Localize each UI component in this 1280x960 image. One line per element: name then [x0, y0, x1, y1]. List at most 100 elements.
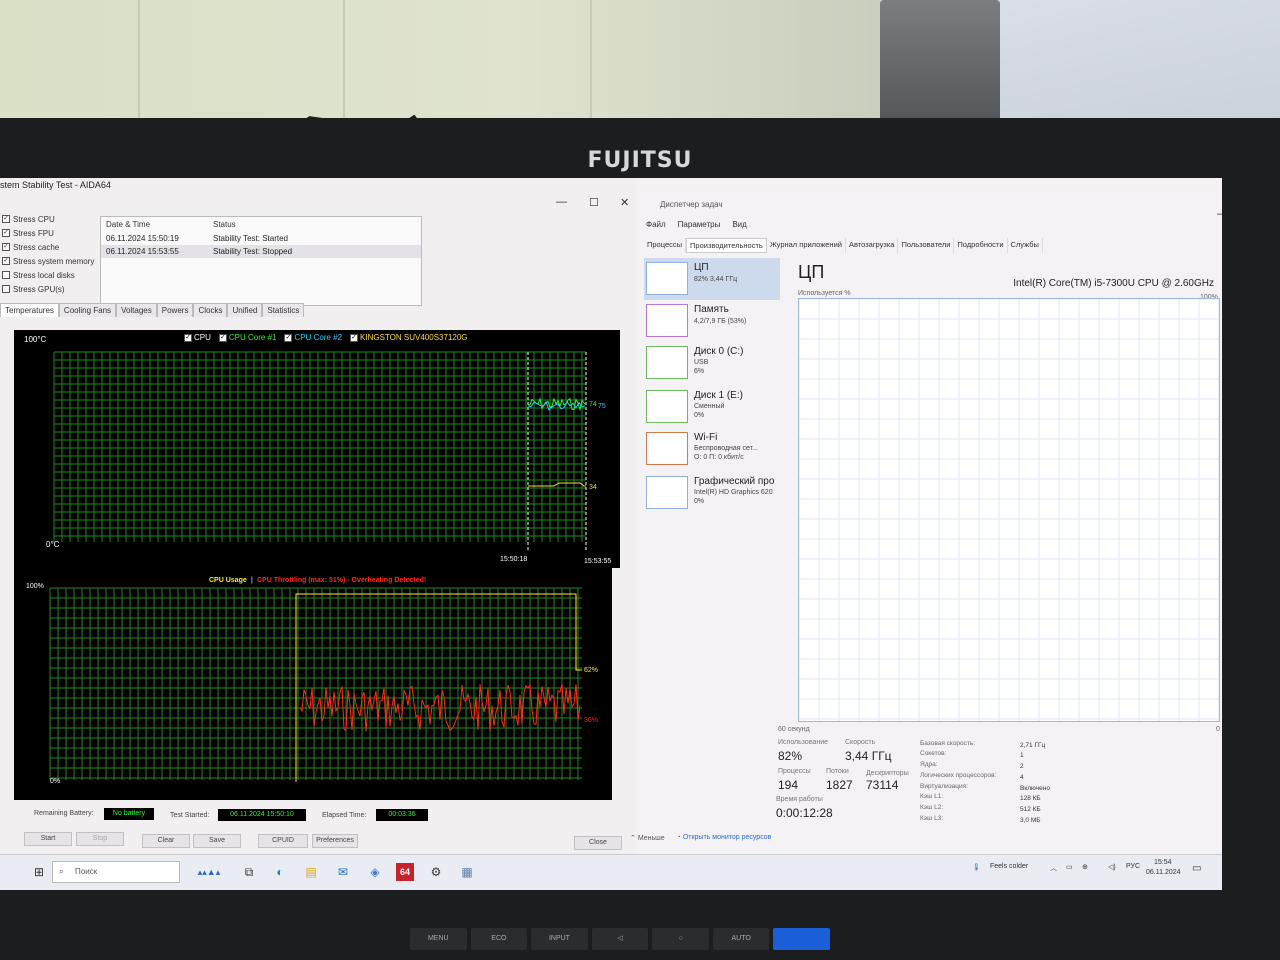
- widgets-icon[interactable]: ▴▴▲▴: [186, 863, 232, 881]
- weather-text[interactable]: Feels colder: [990, 863, 1028, 870]
- side-gpu[interactable]: Графический про Intel(R) HD Graphics 620…: [644, 472, 780, 514]
- side-memory[interactable]: Память 4,2/7,9 ГБ (53%): [644, 300, 780, 342]
- notification-icon[interactable]: ▭: [1192, 863, 1201, 874]
- option-stress-fpu[interactable]: ✓ Stress FPU: [2, 226, 100, 240]
- fewer-details-link[interactable]: ⌃ Меньше: [630, 834, 665, 842]
- checkbox[interactable]: ✓: [350, 333, 359, 342]
- network-icon[interactable]: ⊕: [1082, 863, 1088, 871]
- tab-services[interactable]: Службы: [1008, 238, 1043, 253]
- menu-hw-button[interactable]: MENU: [410, 928, 467, 950]
- legend-item[interactable]: ✓ CPU Core #2: [284, 333, 342, 342]
- edge-icon[interactable]: ◐: [271, 863, 289, 881]
- weather-icon[interactable]: 🌡: [972, 863, 981, 871]
- option-stress-cache[interactable]: ✓ Stress cache: [2, 240, 100, 254]
- preferences-button[interactable]: Preferences: [312, 834, 358, 848]
- disk-temp-series: [528, 482, 586, 487]
- option-stress-disks[interactable]: Stress local disks: [2, 268, 100, 282]
- maximize-icon[interactable]: ☐: [589, 196, 599, 209]
- checkbox[interactable]: [2, 271, 10, 279]
- explorer-icon[interactable]: ▤: [302, 863, 320, 881]
- task-view-icon[interactable]: ⧉: [240, 863, 258, 881]
- checkbox[interactable]: ✓: [284, 333, 293, 342]
- search-box[interactable]: ⌕ Поиск: [52, 861, 180, 883]
- clock-time[interactable]: 15:54: [1154, 859, 1172, 866]
- checkbox[interactable]: ✓: [2, 215, 10, 223]
- cpuid-button[interactable]: CPUID: [258, 834, 308, 848]
- side-wifi[interactable]: Wi-Fi Беспроводная сет... О: 0 П: 0 кбит…: [644, 428, 780, 470]
- task-manager-icon[interactable]: ▦: [458, 863, 476, 881]
- tab-processes[interactable]: Процессы: [644, 238, 687, 253]
- store-icon[interactable]: ◈: [366, 863, 384, 881]
- tab-app-history[interactable]: Журнал приложений: [767, 238, 846, 253]
- tab-voltages[interactable]: Voltages: [116, 303, 157, 317]
- checkbox[interactable]: ✓: [2, 257, 10, 265]
- side-disk1[interactable]: Диск 1 (E:) Сменный 0%: [644, 386, 780, 428]
- aida-window: stem Stability Test - AIDA64 — ☐ ✕ ✓ Stre…: [0, 178, 636, 858]
- temperature-grid: 100°C 0°C 15:50:18 15:53:55 74 75 34: [24, 335, 611, 565]
- stop-button[interactable]: Stop: [76, 832, 124, 846]
- tab-startup[interactable]: Автозагрузка: [846, 238, 899, 253]
- checkbox[interactable]: ✓: [2, 243, 10, 251]
- option-stress-cpu[interactable]: ✓ Stress CPU: [2, 212, 100, 226]
- eco-hw-button[interactable]: ECO: [470, 928, 528, 950]
- option-stress-memory[interactable]: ✓ Stress system memory: [2, 254, 100, 268]
- tab-performance[interactable]: Производительность: [686, 238, 767, 253]
- table-row[interactable]: 06.11.2024 15:53:55 Stability Test: Stopp…: [101, 245, 421, 258]
- checkbox[interactable]: [2, 285, 10, 293]
- detail-value: 1: [1020, 752, 1024, 759]
- resource-monitor-link[interactable]: ◔ Открыть монитор ресурсов: [677, 834, 772, 842]
- legend-item[interactable]: ✓ CPU: [184, 333, 211, 342]
- save-button[interactable]: Save: [193, 834, 241, 848]
- volume-icon[interactable]: ◁): [1108, 863, 1116, 871]
- checkbox[interactable]: ✓: [184, 333, 192, 342]
- menu-view[interactable]: Вид: [732, 220, 746, 229]
- window-title: Диспетчер задач: [660, 200, 723, 209]
- tab-statistics[interactable]: Statistics: [262, 303, 305, 317]
- menu-bar: Файл Параметры Вид: [646, 220, 747, 229]
- tab-cooling-fans[interactable]: Cooling Fans: [58, 303, 117, 317]
- start-button[interactable]: Start: [24, 832, 72, 846]
- table-row[interactable]: 06.11.2024 15:50:19 Stability Test: Start…: [101, 232, 421, 245]
- language-indicator[interactable]: РУС: [1126, 863, 1140, 870]
- windows-start-icon[interactable]: ⊞: [30, 863, 48, 881]
- legend-item[interactable]: ✓ KINGSTON SUV400S37120G: [350, 333, 468, 342]
- memory-thumbnail: [646, 304, 688, 337]
- menu-file[interactable]: Файл: [646, 220, 666, 229]
- aida64-icon[interactable]: 64: [396, 863, 414, 881]
- side-disk0[interactable]: Диск 0 (C:) USB 6%: [644, 342, 780, 384]
- tab-temperatures[interactable]: Temperatures: [0, 303, 59, 317]
- threads-value: 1827: [826, 778, 853, 792]
- power-button[interactable]: [773, 928, 831, 950]
- usage-value: 82%: [778, 749, 803, 763]
- tab-powers[interactable]: Powers: [156, 303, 194, 317]
- menu-options[interactable]: Параметры: [678, 220, 721, 229]
- legend-item[interactable]: ✓ CPU Core #1: [218, 333, 276, 342]
- detail-key: Базовая скорость:: [920, 740, 976, 747]
- checkbox[interactable]: ✓: [218, 333, 227, 342]
- close-icon[interactable]: ✕: [620, 196, 629, 209]
- tab-details[interactable]: Подробности: [954, 238, 1008, 253]
- clock-date[interactable]: 06.11.2024: [1146, 869, 1181, 876]
- clear-button[interactable]: Clear: [142, 834, 190, 848]
- minimize-icon[interactable]: —: [556, 196, 567, 208]
- cpu-thumbnail: [646, 262, 688, 295]
- battery-icon[interactable]: ▭: [1066, 863, 1073, 871]
- option-stress-gpu[interactable]: Stress GPU(s): [2, 282, 100, 296]
- legend-cpu: CPU: [194, 333, 211, 342]
- side-cpu[interactable]: ЦП 82% 3,44 ГГц: [644, 258, 780, 300]
- tray-chevron-icon[interactable]: ︿: [1050, 863, 1057, 873]
- circle-hw-button[interactable]: ○: [652, 928, 709, 950]
- checkbox[interactable]: ✓: [2, 229, 10, 237]
- input-hw-button[interactable]: INPUT: [531, 928, 588, 950]
- processes-value: 194: [778, 778, 799, 792]
- y-axis-bottom: 0%: [50, 778, 60, 785]
- settings-gear-icon[interactable]: ⚙: [427, 863, 445, 881]
- mail-icon[interactable]: ✉: [334, 863, 352, 881]
- close-button[interactable]: Close: [574, 836, 622, 850]
- minimize-icon[interactable]: —: [1217, 208, 1222, 220]
- tab-unified[interactable]: Unified: [227, 303, 263, 317]
- left-hw-button[interactable]: ◁: [591, 928, 649, 950]
- tab-clocks[interactable]: Clocks: [193, 303, 228, 317]
- tab-users[interactable]: Пользователи: [898, 238, 955, 253]
- auto-hw-button[interactable]: AUTO: [712, 928, 770, 950]
